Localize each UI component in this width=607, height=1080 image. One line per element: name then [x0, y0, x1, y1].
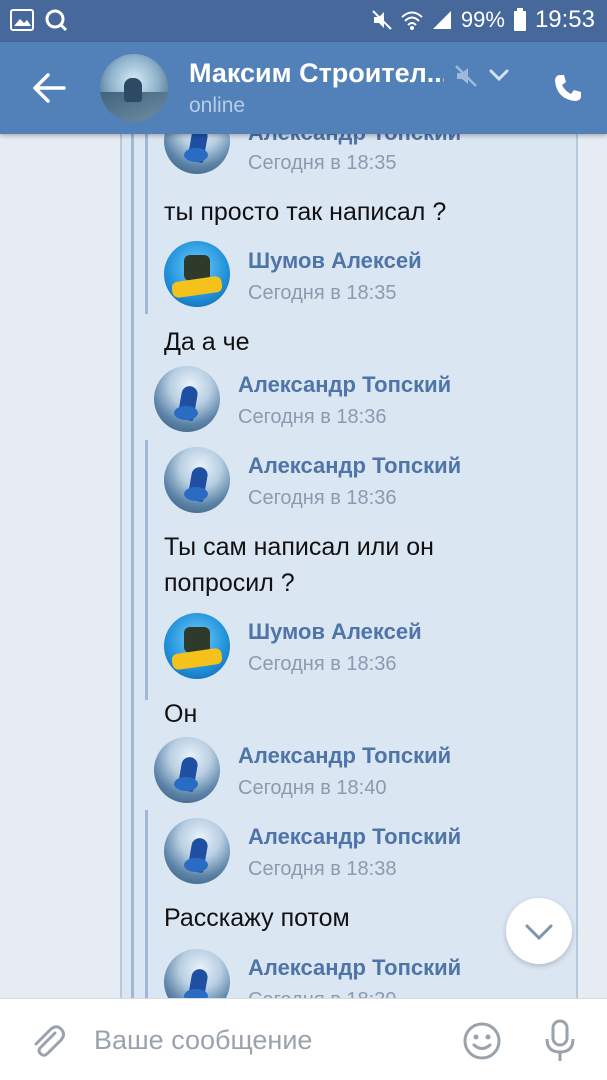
message-time: Сегодня в 18:36 [238, 406, 387, 428]
mute-icon [372, 10, 392, 30]
avatar[interactable] [100, 54, 168, 122]
avatar[interactable] [164, 613, 230, 679]
message-text: попросил ? [164, 569, 295, 597]
message-text: Ты сам написал или он [164, 533, 434, 561]
sender-name[interactable]: Александр Топский [248, 453, 461, 479]
avatar[interactable] [154, 737, 220, 803]
message-time: Сегодня в 18:36 [248, 653, 397, 675]
forward-line [131, 134, 134, 998]
avatar[interactable] [154, 366, 220, 432]
online-status: online [189, 94, 246, 117]
image-icon [10, 9, 34, 31]
paperclip-icon[interactable] [28, 1021, 68, 1061]
chevron-down-icon [525, 924, 553, 941]
status-bar: 99% 19:53 [0, 0, 607, 42]
chevron-down-icon[interactable] [488, 64, 510, 86]
back-arrow-icon[interactable] [28, 68, 68, 108]
forward-line [145, 810, 148, 998]
chat-header: Максим Строител... online [0, 42, 607, 134]
battery-percent: 99% [460, 7, 505, 32]
message-time: Сегодня в 18:39 [248, 989, 396, 998]
message-time: Сегодня в 18:38 [248, 858, 397, 880]
search-q-icon [45, 9, 68, 32]
message-text: Он [164, 700, 198, 728]
phone-icon[interactable] [552, 72, 584, 104]
sender-name[interactable]: Александр Топский [248, 134, 461, 146]
wifi-icon [401, 11, 423, 30]
message-time: Сегодня в 18:36 [248, 487, 397, 509]
sender-name[interactable]: Александр Топский [248, 955, 461, 981]
message-time: Сегодня в 18:35 [248, 282, 397, 304]
battery-icon [513, 8, 526, 31]
message-input[interactable] [94, 1017, 434, 1063]
emoji-icon[interactable] [462, 1021, 502, 1061]
sender-name[interactable]: Александр Топский [238, 743, 451, 769]
sender-name[interactable]: Шумов Алексей [248, 248, 422, 274]
sender-name[interactable]: Александр Топский [238, 372, 451, 398]
message-text: Да а че [164, 328, 250, 356]
clock: 19:53 [534, 6, 595, 33]
message-text: ты просто так написал ? [164, 198, 447, 226]
microphone-icon[interactable] [542, 1019, 578, 1063]
avatar[interactable] [164, 818, 230, 884]
chat-body[interactable]: Александр Топский Сегодня в 18:35 ты про… [0, 134, 607, 998]
message-input-bar [0, 998, 607, 1080]
forward-line [145, 134, 148, 314]
forward-line [145, 440, 148, 700]
sender-name[interactable]: Шумов Алексей [248, 619, 422, 645]
avatar[interactable] [164, 447, 230, 513]
message-time: Сегодня в 18:35 [248, 152, 397, 174]
message-text: Расскажу потом [164, 904, 350, 932]
scroll-down-button[interactable] [506, 898, 572, 964]
message-time: Сегодня в 18:40 [238, 777, 387, 799]
chat-title[interactable]: Максим Строител... [189, 58, 444, 89]
muted-speaker-icon [455, 65, 477, 87]
sender-name[interactable]: Александр Топский [248, 824, 461, 850]
signal-icon [432, 11, 451, 29]
avatar[interactable] [164, 241, 230, 307]
